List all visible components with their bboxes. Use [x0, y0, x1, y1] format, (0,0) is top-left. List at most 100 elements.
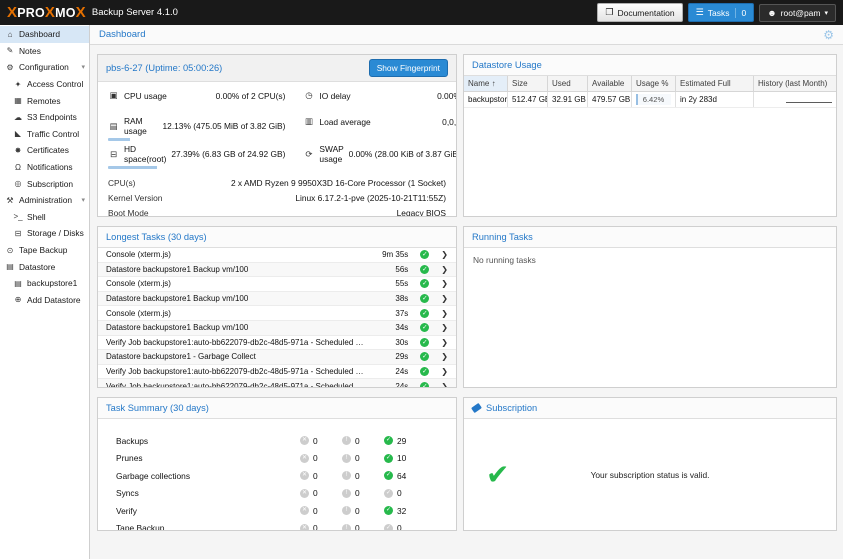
- task-row[interactable]: Console (xterm.js) 55s ✓ ❯: [98, 277, 456, 292]
- subscription-status-text: Your subscription status is valid.: [590, 469, 710, 480]
- info-label: CPU(s): [108, 177, 136, 188]
- warning-circle-icon: !: [342, 436, 351, 446]
- sidebar-item-datastore[interactable]: ▤ Datastore: [0, 258, 89, 275]
- chevron-right-icon[interactable]: ❯: [441, 338, 448, 347]
- column-header-usage[interactable]: Usage %: [632, 76, 676, 91]
- sidebar-item-remotes[interactable]: ▦ Remotes: [0, 92, 89, 109]
- sidebar-item-certificates[interactable]: ✸ Certificates: [0, 142, 89, 159]
- sidebar-item-tape-backup[interactable]: ⊙ Tape Backup: [0, 242, 89, 259]
- task-summary-error-count[interactable]: ✕ 0: [300, 471, 342, 481]
- task-summary-row-syncs: Syncs ✕ 0! 0 ✓ 0: [116, 485, 426, 503]
- chevron-right-icon[interactable]: ❯: [441, 323, 448, 332]
- task-summary-warning-count[interactable]: ! 0: [342, 523, 384, 530]
- running-tasks-empty-text: No running tasks: [473, 255, 536, 265]
- count-value: 0: [355, 505, 360, 516]
- sidebar-item-traffic-control[interactable]: ◣ Traffic Control: [0, 126, 89, 143]
- task-row[interactable]: Datastore backupstore1 Backup vm/100 38s ✓…: [98, 291, 456, 307]
- task-summary-warning-count[interactable]: ! 0: [342, 471, 384, 481]
- breadcrumb: Dashboard: [99, 29, 146, 40]
- sidebar-item-administration[interactable]: ⚒ Administration ▾: [0, 192, 89, 209]
- documentation-button[interactable]: ❒ Documentation: [597, 3, 683, 22]
- tasks-button[interactable]: ☰ Tasks 0: [687, 3, 755, 22]
- task-summary-ok-count[interactable]: ✓ 0: [384, 488, 426, 498]
- task-summary-warning-count[interactable]: ! 0: [342, 453, 384, 463]
- dashboard-settings-gear-icon[interactable]: ⚙: [823, 28, 834, 42]
- sidebar-item-shell[interactable]: >_ Shell: [0, 209, 89, 226]
- info-row-boot-mode: Boot Mode Legacy BIOS: [108, 205, 446, 216]
- count-value: 0: [355, 453, 360, 464]
- chevron-right-icon[interactable]: ❯: [441, 309, 448, 318]
- task-summary-error-count[interactable]: ✕ 0: [300, 506, 342, 516]
- sidebar-item-notes[interactable]: ✎ Notes: [0, 43, 89, 60]
- task-row[interactable]: Verify Job backupstore1:auto-bb622079-db…: [98, 336, 456, 351]
- show-fingerprint-button[interactable]: Show Fingerprint: [368, 59, 448, 77]
- user-label: root@pam: [780, 7, 821, 18]
- user-menu-button[interactable]: ☻ root@pam ▾: [759, 3, 836, 22]
- task-summary-error-count[interactable]: ✕ 0: [300, 488, 342, 498]
- tasks-count-badge: 0: [735, 7, 746, 18]
- dashboard-content: pbs-6-27 (Uptime: 05:00:26) Show Fingerp…: [90, 45, 843, 559]
- column-header-size[interactable]: Size: [508, 76, 548, 91]
- caret-down-icon: ▾: [824, 9, 828, 17]
- chevron-right-icon[interactable]: ❯: [441, 294, 448, 303]
- sidebar-item-label: Notes: [19, 45, 41, 56]
- sidebar-item-label: Storage / Disks: [27, 228, 84, 239]
- column-header-used[interactable]: Used: [548, 76, 588, 91]
- sidebar-item-configuration[interactable]: ⚙ Configuration ▾: [0, 59, 89, 76]
- column-header-available[interactable]: Available: [588, 76, 632, 91]
- chevron-right-icon[interactable]: ❯: [441, 250, 448, 259]
- task-row[interactable]: Datastore backupstore1 - Garbage Collect…: [98, 350, 456, 365]
- count-value: 0: [355, 488, 360, 499]
- task-summary-warning-count[interactable]: ! 0: [342, 506, 384, 516]
- task-summary-error-count[interactable]: ✕ 0: [300, 436, 342, 446]
- task-description: Console (xterm.js): [106, 279, 171, 289]
- task-summary-error-count[interactable]: ✕ 0: [300, 453, 342, 463]
- column-header-history-last-month[interactable]: History (last Month): [754, 76, 836, 91]
- chevron-right-icon[interactable]: ❯: [441, 352, 448, 361]
- task-row[interactable]: Console (xterm.js) 9m 35s ✓ ❯: [98, 248, 456, 263]
- sidebar-item-add-datastore[interactable]: ⊕ Add Datastore: [0, 292, 89, 309]
- task-summary-ok-count[interactable]: ✓ 10: [384, 453, 426, 463]
- wrench-icon: ⚒: [6, 195, 14, 205]
- sidebar-item-backupstore1[interactable]: ▤ backupstore1: [0, 275, 89, 292]
- task-duration: 34s: [395, 323, 409, 333]
- sidebar-item-access-control[interactable]: ✦ Access Control: [0, 76, 89, 93]
- stat-ram-usage: ▤ RAM usage 12.13% (475.05 MiB of 3.82 GiB…: [108, 114, 285, 142]
- column-header-name[interactable]: Name ↑: [464, 76, 508, 91]
- task-row[interactable]: Verify Job backupstore1:auto-bb622079-db…: [98, 379, 456, 387]
- task-summary-error-count[interactable]: ✕ 0: [300, 523, 342, 530]
- sidebar-item-dashboard[interactable]: ⌂ Dashboard: [0, 26, 89, 43]
- task-summary-warning-count[interactable]: ! 0: [342, 488, 384, 498]
- longest-tasks-header: Longest Tasks (30 days): [98, 227, 456, 248]
- disks-icon: ⊟: [14, 228, 22, 238]
- chevron-right-icon[interactable]: ❯: [441, 279, 448, 288]
- task-summary-ok-count[interactable]: ✓ 29: [384, 436, 426, 446]
- task-row[interactable]: Verify Job backupstore1:auto-bb622079-db…: [98, 365, 456, 380]
- column-header-estimated-full[interactable]: Estimated Full: [676, 76, 754, 91]
- sidebar-item-label: Configuration: [19, 62, 69, 73]
- task-summary-warning-count[interactable]: ! 0: [342, 436, 384, 446]
- chevron-right-icon[interactable]: ❯: [441, 367, 448, 376]
- task-description: Datastore backupstore1 Backup vm/100: [106, 323, 249, 333]
- sidebar-item-subscription[interactable]: ◎ Subscription: [0, 175, 89, 192]
- task-row[interactable]: Console (xterm.js) 37s ✓ ❯: [98, 306, 456, 321]
- stat-value: 12.13% (475.05 MiB of 3.82 GiB): [162, 121, 286, 131]
- task-summary-ok-count[interactable]: ✓ 32: [384, 506, 426, 516]
- info-value: 2 x AMD Ryzen 9 9950X3D 16-Core Processo…: [230, 177, 446, 188]
- task-row[interactable]: Datastore backupstore1 Backup vm/100 56s ✓…: [98, 262, 456, 278]
- chevron-right-icon[interactable]: ❯: [441, 382, 448, 387]
- chevron-right-icon[interactable]: ❯: [441, 265, 448, 274]
- table-row[interactable]: backupstore1512.47 GB32.91 GB479.57 GB 6.…: [464, 92, 836, 108]
- sidebar-item-s3-endpoints[interactable]: ☁ S3 Endpoints: [0, 109, 89, 126]
- stat-value: 0.00% of 2 CPU(s): [215, 90, 286, 101]
- error-circle-icon: ✕: [300, 453, 309, 463]
- task-summary-ok-count[interactable]: ✓ 0: [384, 523, 426, 530]
- task-summary-ok-count[interactable]: ✓ 64: [384, 471, 426, 481]
- task-ok-icon: ✓: [420, 294, 430, 304]
- sidebar-item-storage-disks[interactable]: ⊟ Storage / Disks: [0, 225, 89, 242]
- count-value: 32: [397, 505, 407, 516]
- task-row[interactable]: Datastore backupstore1 Backup vm/100 34s ✓…: [98, 320, 456, 336]
- sidebar-item-label: Notifications: [27, 162, 73, 173]
- gears-icon: ⚙: [6, 62, 14, 72]
- sidebar-item-notifications[interactable]: Ω Notifications: [0, 159, 89, 176]
